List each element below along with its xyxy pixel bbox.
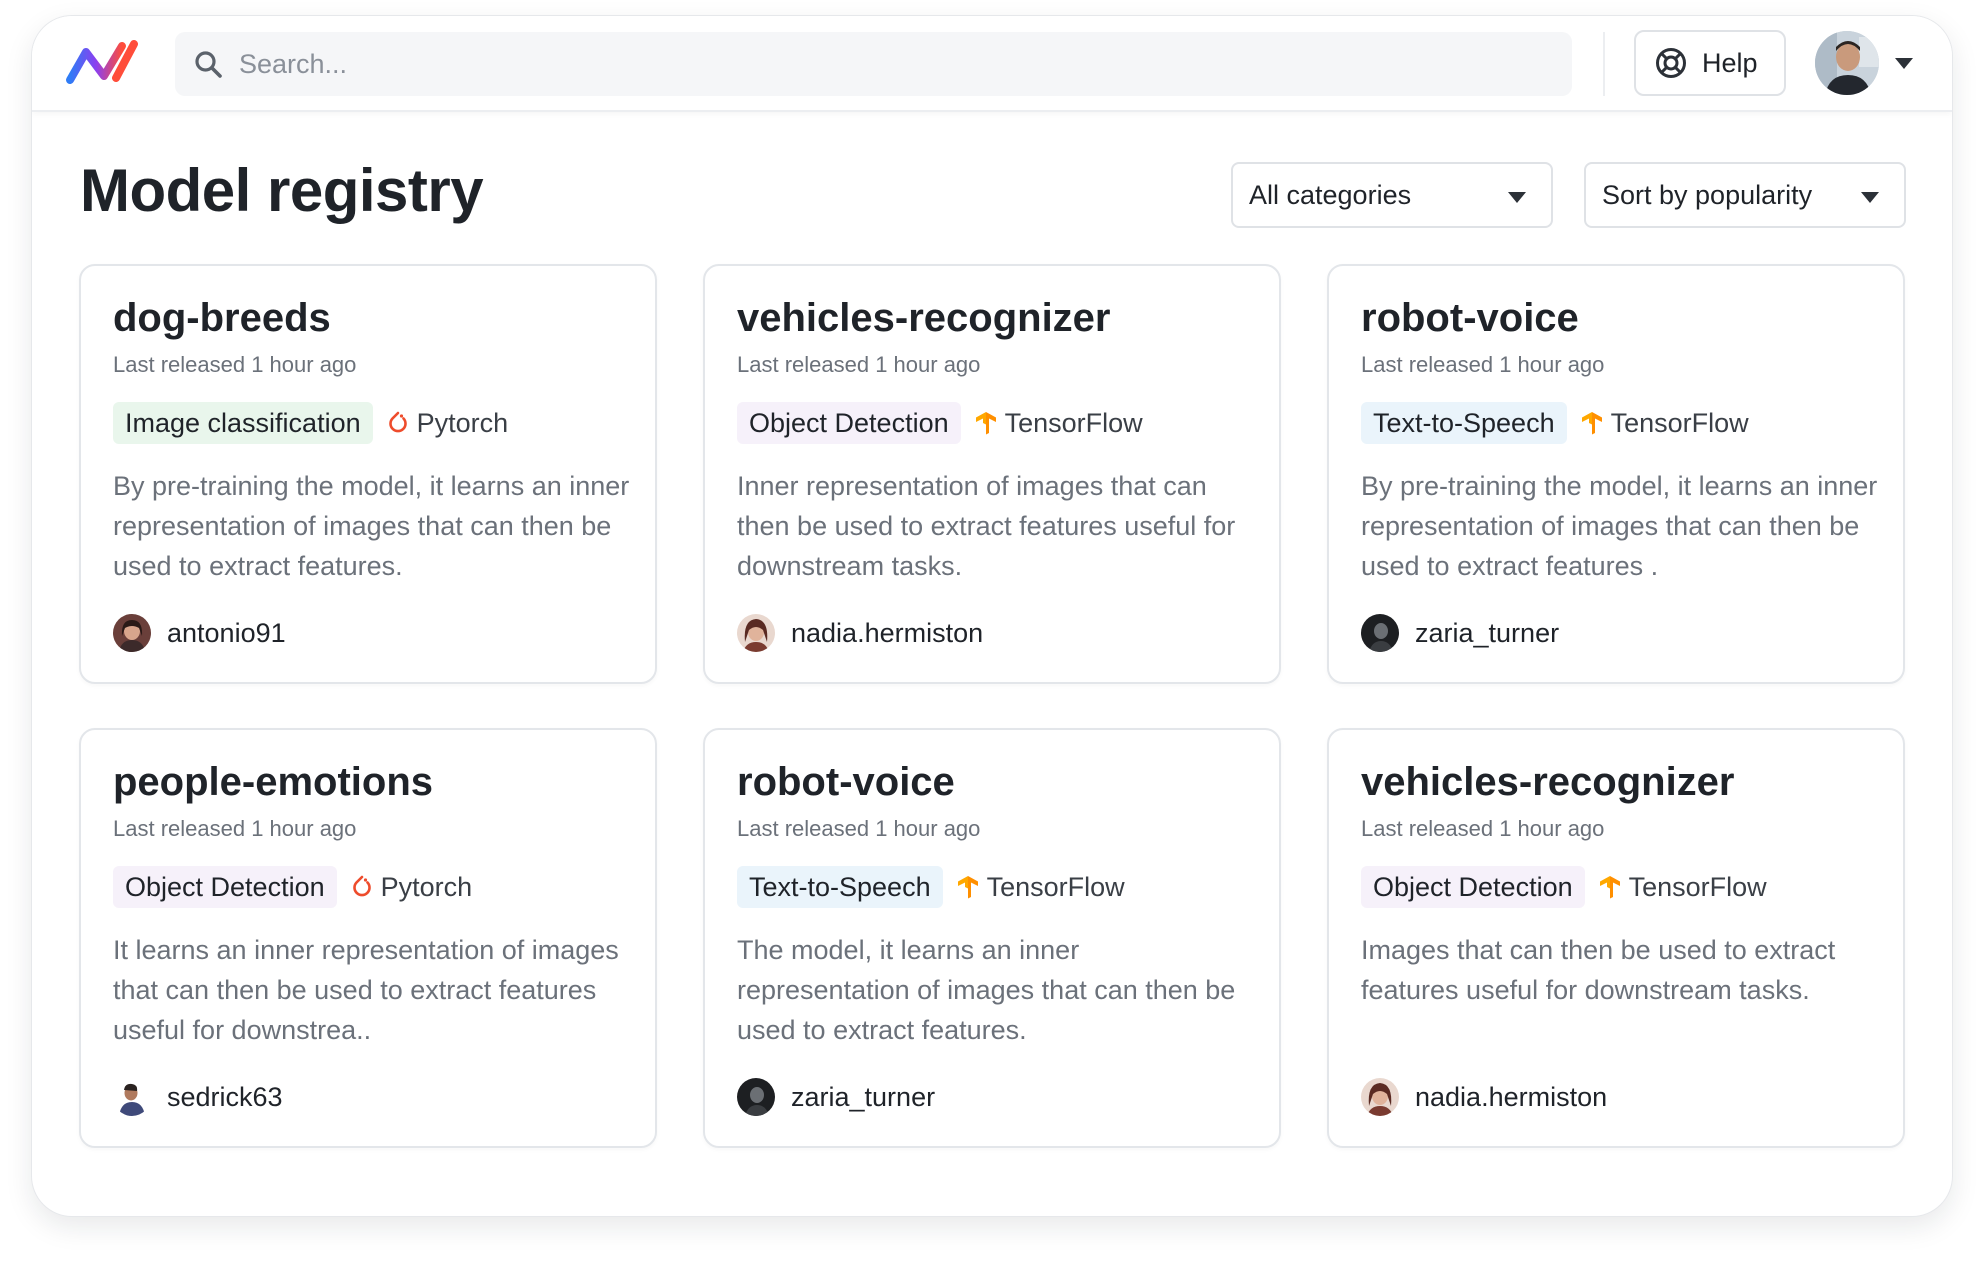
model-card[interactable]: people-emotions Last released 1 hour ago… — [79, 728, 657, 1148]
release-date: Last released 1 hour ago — [1361, 816, 1605, 841]
model-description: The model, it learns an inner representa… — [737, 935, 1236, 1045]
tensorflow-icon — [975, 412, 996, 435]
release-date: Last released 1 hour ago — [737, 816, 981, 841]
framework-label: Pytorch — [351, 871, 473, 903]
user-avatar[interactable] — [1815, 31, 1879, 95]
chevron-down-icon — [1508, 192, 1526, 203]
framework-name: Pytorch — [416, 407, 509, 438]
framework-name: TensorFlow — [1004, 407, 1143, 438]
framework-name: Pytorch — [380, 871, 473, 902]
chevron-down-icon — [1861, 192, 1879, 203]
chevron-down-icon[interactable] — [1894, 56, 1914, 70]
model-card[interactable]: vehicles-recognizer Last released 1 hour… — [703, 264, 1281, 684]
author-avatar — [737, 614, 775, 652]
author-name: zaria_turner — [791, 1081, 936, 1112]
model-author[interactable]: zaria_turner — [1361, 614, 1559, 652]
tensorflow-icon — [957, 876, 978, 899]
author-name: antonio91 — [167, 617, 286, 648]
model-card[interactable]: robot-voice Last released 1 hour ago Tex… — [1327, 264, 1905, 684]
model-name[interactable]: robot-voice — [1361, 296, 1579, 341]
model-tags: Image classification Pytorch — [113, 402, 508, 444]
category-select[interactable]: All categories — [1231, 162, 1553, 228]
tensorflow-icon — [1581, 412, 1602, 435]
framework-label: TensorFlow — [1599, 872, 1767, 903]
model-author[interactable]: sedrick63 — [113, 1078, 283, 1116]
lifebuoy-icon — [1656, 48, 1686, 78]
category-select-value: All categories — [1249, 179, 1412, 210]
model-tags: Text-to-Speech TensorFlow — [737, 866, 1125, 908]
model-tags: Object Detection TensorFlow — [1361, 866, 1767, 908]
sort-select[interactable]: Sort by popularity — [1584, 162, 1906, 228]
pytorch-icon — [388, 411, 407, 433]
app-logo[interactable] — [64, 38, 140, 88]
framework-name: TensorFlow — [1628, 871, 1767, 902]
author-avatar — [1361, 614, 1399, 652]
help-label: Help — [1702, 47, 1758, 78]
model-name[interactable]: people-emotions — [113, 760, 433, 805]
category-tag[interactable]: Text-to-Speech — [737, 866, 943, 908]
author-avatar — [737, 1078, 775, 1116]
release-date: Last released 1 hour ago — [113, 816, 357, 841]
author-name: nadia.hermiston — [791, 617, 984, 648]
model-description: Images that can then be used to extract … — [1361, 935, 1836, 1005]
model-description: By pre-training the model, it learns an … — [113, 471, 630, 581]
model-name[interactable]: dog-breeds — [113, 296, 331, 341]
category-tag[interactable]: Image classification — [113, 402, 373, 444]
search-bar — [175, 32, 1572, 96]
category-tag[interactable]: Object Detection — [737, 402, 961, 444]
category-tag[interactable]: Object Detection — [113, 866, 337, 908]
page-title: Model registry — [80, 157, 484, 224]
framework-label: Pytorch — [387, 407, 509, 439]
sort-select-value: Sort by popularity — [1602, 179, 1813, 210]
release-date: Last released 1 hour ago — [1361, 352, 1605, 377]
release-date: Last released 1 hour ago — [113, 352, 357, 377]
category-tag[interactable]: Object Detection — [1361, 866, 1585, 908]
tensorflow-icon — [1599, 876, 1620, 899]
model-author[interactable]: nadia.hermiston — [1361, 1078, 1607, 1116]
app-window: Help Model registry All categories Sort … — [32, 16, 1952, 1216]
model-name[interactable]: vehicles-recognizer — [737, 296, 1111, 341]
release-date: Last released 1 hour ago — [737, 352, 981, 377]
author-avatar — [113, 1078, 151, 1116]
author-name: zaria_turner — [1415, 617, 1560, 648]
search-icon — [195, 51, 222, 78]
framework-name: TensorFlow — [1610, 407, 1749, 438]
framework-name: TensorFlow — [986, 871, 1125, 902]
model-author[interactable]: antonio91 — [113, 614, 286, 652]
model-name[interactable]: vehicles-recognizer — [1361, 760, 1735, 805]
model-description: By pre-training the model, it learns an … — [1361, 471, 1878, 581]
model-description: Inner representation of images that can … — [737, 471, 1236, 581]
model-description: It learns an inner representation of ima… — [113, 935, 619, 1045]
model-tags: Text-to-Speech TensorFlow — [1361, 402, 1749, 444]
model-card[interactable]: dog-breeds Last released 1 hour ago Imag… — [79, 264, 657, 684]
search-input[interactable] — [239, 32, 1539, 96]
header-divider — [1603, 32, 1605, 96]
author-avatar — [113, 614, 151, 652]
model-name[interactable]: robot-voice — [737, 760, 955, 805]
model-card[interactable]: vehicles-recognizer Last released 1 hour… — [1327, 728, 1905, 1148]
model-tags: Object Detection Pytorch — [113, 866, 472, 908]
author-avatar — [1361, 1078, 1399, 1116]
top-bar: Help — [32, 16, 1952, 112]
author-name: sedrick63 — [167, 1081, 283, 1112]
model-card[interactable]: robot-voice Last released 1 hour ago Tex… — [703, 728, 1281, 1148]
model-author[interactable]: zaria_turner — [737, 1078, 935, 1116]
model-author[interactable]: nadia.hermiston — [737, 614, 983, 652]
help-button[interactable]: Help — [1634, 30, 1786, 96]
framework-label: TensorFlow — [975, 408, 1143, 439]
framework-label: TensorFlow — [957, 872, 1125, 903]
model-tags: Object Detection TensorFlow — [737, 402, 1143, 444]
pytorch-icon — [352, 875, 371, 897]
framework-label: TensorFlow — [1581, 408, 1749, 439]
category-tag[interactable]: Text-to-Speech — [1361, 402, 1567, 444]
author-name: nadia.hermiston — [1415, 1081, 1608, 1112]
